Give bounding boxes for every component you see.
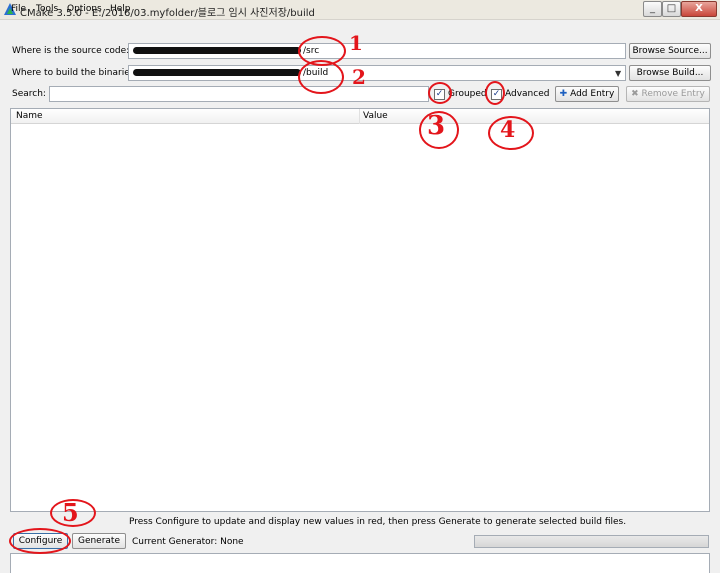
cross-icon: ✖ <box>631 89 639 99</box>
menu-file[interactable]: File <box>11 4 26 14</box>
output-log[interactable] <box>10 553 710 573</box>
chevron-down-icon[interactable]: ▼ <box>615 69 621 78</box>
advanced-label: Advanced <box>505 89 550 99</box>
binaries-path-combo[interactable]: /build <box>128 65 626 81</box>
generate-button[interactable]: Generate <box>72 533 126 549</box>
grouped-label: Grouped <box>448 89 487 99</box>
window-title: CMake 3.5.0 - E:/2016/03.myfolder/블로그 임시… <box>20 8 315 19</box>
remove-entry-button[interactable]: ✖ Remove Entry <box>626 86 710 102</box>
plus-icon: ✚ <box>559 89 568 99</box>
progress-bar <box>474 535 709 548</box>
minimize-button[interactable]: _ <box>643 1 662 17</box>
search-label: Search: <box>12 89 46 99</box>
annotation-ring-4 <box>488 116 534 150</box>
annotation-number-2: 2 <box>352 65 366 89</box>
annotation-ring-5 <box>50 499 96 527</box>
table-header <box>11 109 709 124</box>
annotation-circle-configure <box>9 528 71 554</box>
menu-help[interactable]: Help <box>110 4 131 14</box>
annotation-circle-3 <box>428 82 452 104</box>
annotation-circle-4 <box>485 81 505 105</box>
source-label: Where is the source code: <box>12 46 130 56</box>
browse-build-button[interactable]: Browse Build... <box>629 65 711 81</box>
source-path-field[interactable]: /src <box>128 43 626 59</box>
redacted-path-scribble <box>133 69 301 76</box>
search-input[interactable] <box>49 86 429 102</box>
column-name-header[interactable]: Name <box>16 111 43 121</box>
binaries-label: Where to build the binaries: <box>12 68 138 78</box>
column-divider[interactable] <box>359 109 360 124</box>
redacted-path-scribble <box>133 47 301 54</box>
cache-table[interactable]: Name Value <box>10 108 710 512</box>
column-value-header[interactable]: Value <box>363 111 388 121</box>
add-entry-label: Add Entry <box>570 89 615 99</box>
annotation-ring-3 <box>419 111 459 149</box>
hint-text: Press Configure to update and display ne… <box>129 517 627 527</box>
remove-entry-label: Remove Entry <box>641 89 705 99</box>
browse-source-button[interactable]: Browse Source... <box>629 43 711 59</box>
maximize-button[interactable]: □ <box>662 1 681 17</box>
annotation-circle-2 <box>298 60 344 94</box>
add-entry-button[interactable]: ✚ Add Entry <box>555 86 619 102</box>
current-generator-text: Current Generator: None <box>132 537 244 547</box>
menu-tools[interactable]: Tools <box>36 4 58 14</box>
close-button[interactable]: X <box>681 1 717 17</box>
annotation-number-1: 1 <box>349 31 363 55</box>
menu-options[interactable]: Options <box>67 4 102 14</box>
